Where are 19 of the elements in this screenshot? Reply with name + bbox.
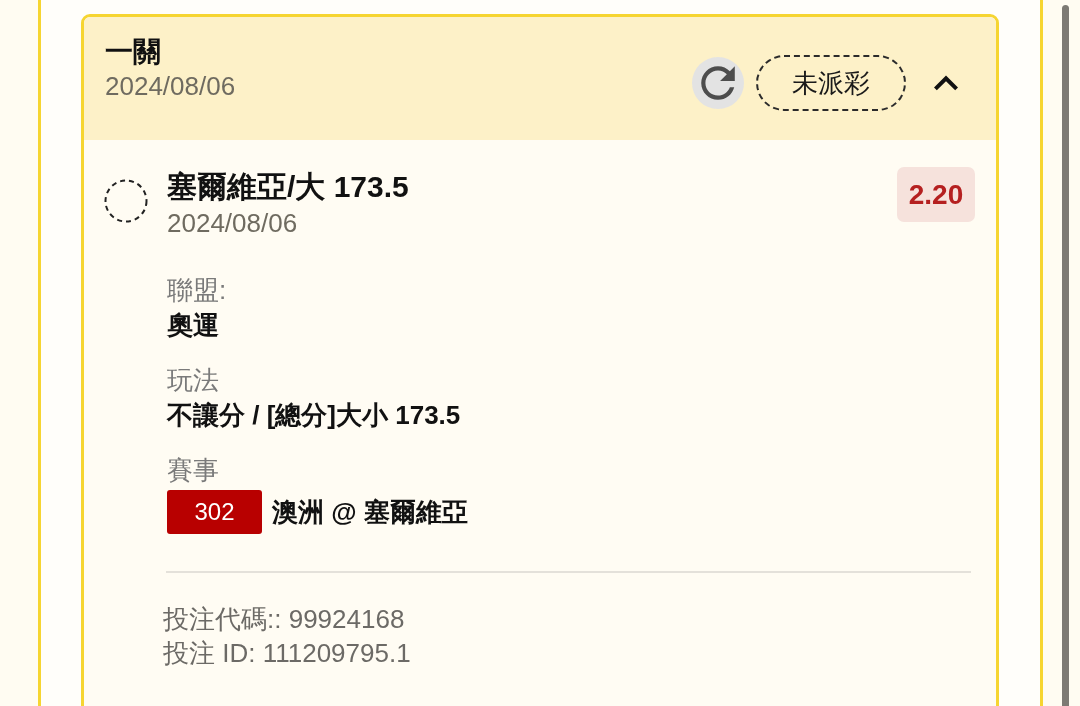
bet-date: 2024/08/06 [105, 70, 236, 102]
field-label: 賽事 [167, 454, 220, 486]
event-number-tag: 302 [167, 490, 262, 534]
field-value: 奧運 [167, 309, 220, 342]
field-value: 不讓分 / [總分]大小 173.5 [167, 399, 462, 432]
field-label: 玩法 [167, 364, 220, 396]
refresh-icon [701, 66, 735, 100]
odds-tag: 2.20 [897, 167, 975, 222]
match-name: 澳洲 @ 塞爾維亞 [272, 496, 468, 529]
dashed-circle-icon [104, 179, 148, 223]
selection-title: 塞爾維亞/大 173.5 [167, 169, 410, 205]
scrollbar-thumb[interactable] [1062, 5, 1069, 706]
refresh-button[interactable] [692, 57, 744, 109]
bet-type-title: 一關 [105, 35, 162, 69]
status-tag: 未派彩 [756, 55, 906, 111]
bet-reference-text: 投注代碼:: 99924168 [163, 603, 405, 636]
bet-reference-text: 投注 ID: 111209795.1 [163, 637, 411, 670]
field-label: 聯盟: [167, 274, 228, 306]
selection-date: 2024/08/06 [167, 207, 299, 239]
